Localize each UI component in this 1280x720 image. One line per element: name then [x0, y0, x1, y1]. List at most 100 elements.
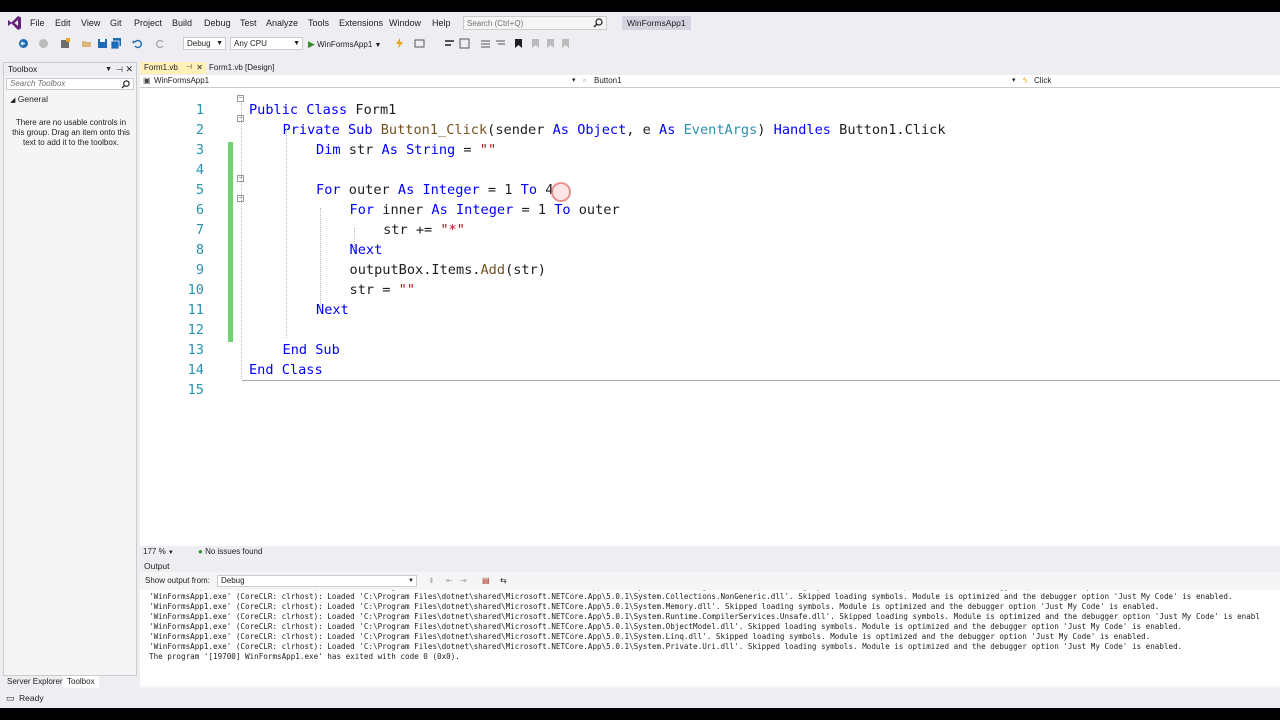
code-line[interactable]: 4 [140, 160, 1280, 180]
menu-analyze[interactable]: Analyze [266, 18, 298, 28]
forward-icon[interactable] [38, 38, 49, 49]
uncomment-icon[interactable] [495, 38, 506, 49]
search-input[interactable]: Search (Ctrl+Q) [463, 16, 607, 30]
configuration-value: Debug [187, 39, 211, 48]
code-line[interactable]: 13 End Sub [140, 340, 1280, 360]
tab-form1-vb[interactable]: Form1.vb ⊣ ✕ [140, 62, 206, 74]
expand-triangle-icon: ◢ [10, 97, 16, 104]
navigation-bar: ▣ WinFormsApp1 ▾ ▫ Button1 ▾ ϟ Click [140, 75, 1280, 88]
next-bookmark-icon[interactable] [545, 38, 556, 49]
collapse-icon[interactable]: − [237, 95, 244, 102]
layout-icon[interactable] [459, 38, 470, 49]
chevron-down-icon: ▼ [293, 40, 300, 47]
tab-server-explorer[interactable]: Server Explorer [3, 676, 67, 688]
code-line[interactable]: 3 Dim str As String = "" [140, 140, 1280, 160]
code-line[interactable]: 9 outputBox.Items.Add(str) [140, 260, 1280, 280]
menu-project[interactable]: Project [134, 18, 162, 28]
line-number: 2 [195, 122, 204, 138]
output-source-value: Debug [221, 576, 245, 585]
menu-test[interactable]: Test [240, 18, 257, 28]
code-text: Private Sub Button1_Click(sender As Obje… [283, 120, 946, 140]
close-icon[interactable]: ✕ [125, 63, 133, 76]
search-icon [593, 18, 603, 28]
code-line[interactable]: 11 Next [140, 300, 1280, 320]
code-line[interactable]: 15 [140, 380, 1280, 400]
output-line: 'WinFormsApp1.exe' (CoreCLR: clrhost): L… [149, 632, 1151, 641]
project-dropdown[interactable]: ▣ WinFormsApp1 ▾ [140, 75, 580, 87]
menu-window[interactable]: Window [389, 18, 421, 28]
find-message-icon[interactable]: ⇟ [428, 574, 435, 588]
configuration-select[interactable]: Debug ▼ [183, 37, 226, 50]
pin-icon[interactable]: ⊣ [186, 62, 192, 74]
code-token: Add [480, 262, 506, 278]
play-icon: ▶ [308, 39, 315, 49]
new-project-icon[interactable] [60, 38, 71, 49]
code-line[interactable]: 8 Next [140, 240, 1280, 260]
code-editor[interactable]: 1 Public Class Form1 2 Private Sub Button1_… [140, 88, 1280, 546]
code-token: inner [382, 202, 432, 218]
next-message-icon[interactable]: ⇥ [460, 574, 467, 588]
prev-bookmark-icon[interactable] [530, 38, 541, 49]
ide-window: File Edit View Git Project Build Debug T… [0, 12, 1280, 708]
code-token: To [520, 182, 546, 198]
menu-build[interactable]: Build [172, 18, 192, 28]
code-line[interactable]: 10 str = "" [140, 280, 1280, 300]
menu-tools[interactable]: Tools [308, 18, 329, 28]
zoom-select[interactable]: 177 % ▼ [143, 546, 174, 559]
undo-icon[interactable] [132, 38, 143, 49]
comment-icon[interactable] [480, 38, 491, 49]
search-icon [121, 80, 130, 89]
tab-toolbox[interactable]: Toolbox [63, 676, 99, 688]
object-icon: ▫ [583, 76, 586, 85]
window-menu-icon[interactable]: ▼ [105, 63, 112, 76]
event-dropdown[interactable]: ϟ Click [1020, 75, 1280, 87]
menu-file[interactable]: File [30, 18, 45, 28]
project-dropdown-value: WinFormsApp1 [154, 76, 210, 85]
toolbox-group-general[interactable]: ◢ General [10, 94, 48, 104]
output-text-area[interactable]: 'WinFormsApp1.exe' (CoreCLR: clrhost): L… [140, 590, 1280, 686]
toolbox-search-input[interactable]: Search Toolbox [6, 78, 134, 90]
back-icon[interactable] [18, 38, 29, 49]
prev-message-icon[interactable]: ⇤ [446, 574, 453, 588]
object-dropdown[interactable]: ▫ Button1 ▾ [580, 75, 1020, 87]
code-token: Form1 [355, 102, 397, 118]
code-line[interactable]: 1 Public Class Form1 [140, 100, 1280, 120]
output-source-select[interactable]: Debug ▼ [217, 575, 417, 587]
menu-view[interactable]: View [81, 18, 100, 28]
code-line[interactable]: 6 For inner As Integer = 1 To outer [140, 200, 1280, 220]
code-token: Private Sub [282, 122, 381, 138]
save-all-icon[interactable] [111, 38, 122, 49]
clear-bookmarks-icon[interactable] [560, 38, 571, 49]
indent-guide-line [320, 208, 321, 308]
visual-studio-logo-icon[interactable] [7, 16, 22, 30]
pin-icon[interactable]: ⊣ [116, 63, 123, 76]
hot-reload-icon[interactable] [394, 38, 405, 49]
start-debugging-button[interactable]: ▶ WinFormsApp1 ▼ [308, 37, 381, 51]
tab-form1-design[interactable]: Form1.vb [Design] [206, 62, 302, 74]
menu-help[interactable]: Help [432, 18, 451, 28]
editor-status-bar: 177 % ▼ ● No issues found [140, 546, 1280, 558]
bookmark-icon[interactable] [513, 38, 524, 49]
code-line[interactable]: 2 Private Sub Button1_Click(sender As Obj… [140, 120, 1280, 140]
align-icon[interactable] [444, 38, 455, 49]
close-icon[interactable]: ✕ [196, 62, 203, 74]
platform-select[interactable]: Any CPU ▼ [230, 37, 303, 50]
save-icon[interactable] [97, 38, 108, 49]
code-token: str = [349, 282, 399, 298]
code-line[interactable]: 5 For outer As Integer = 1 To 4 [140, 180, 1280, 200]
menu-git[interactable]: Git [110, 18, 122, 28]
toolbar-tool-icon[interactable] [414, 38, 425, 49]
issues-indicator[interactable]: ● No issues found [198, 546, 262, 558]
code-line[interactable]: 7 str += "*" [140, 220, 1280, 240]
code-line[interactable]: 12 [140, 320, 1280, 340]
menu-debug[interactable]: Debug [204, 18, 231, 28]
redo-icon[interactable] [155, 38, 166, 49]
word-wrap-icon[interactable]: ⇆ [500, 574, 507, 588]
menu-edit[interactable]: Edit [55, 18, 71, 28]
open-file-icon[interactable] [81, 38, 92, 49]
code-token: Handles [773, 122, 840, 138]
run-target-label: WinFormsApp1 [317, 40, 373, 49]
clear-all-icon[interactable]: ▤ [482, 574, 490, 588]
menu-extensions[interactable]: Extensions [339, 18, 383, 28]
code-line[interactable]: 14 End Class [140, 360, 1280, 380]
